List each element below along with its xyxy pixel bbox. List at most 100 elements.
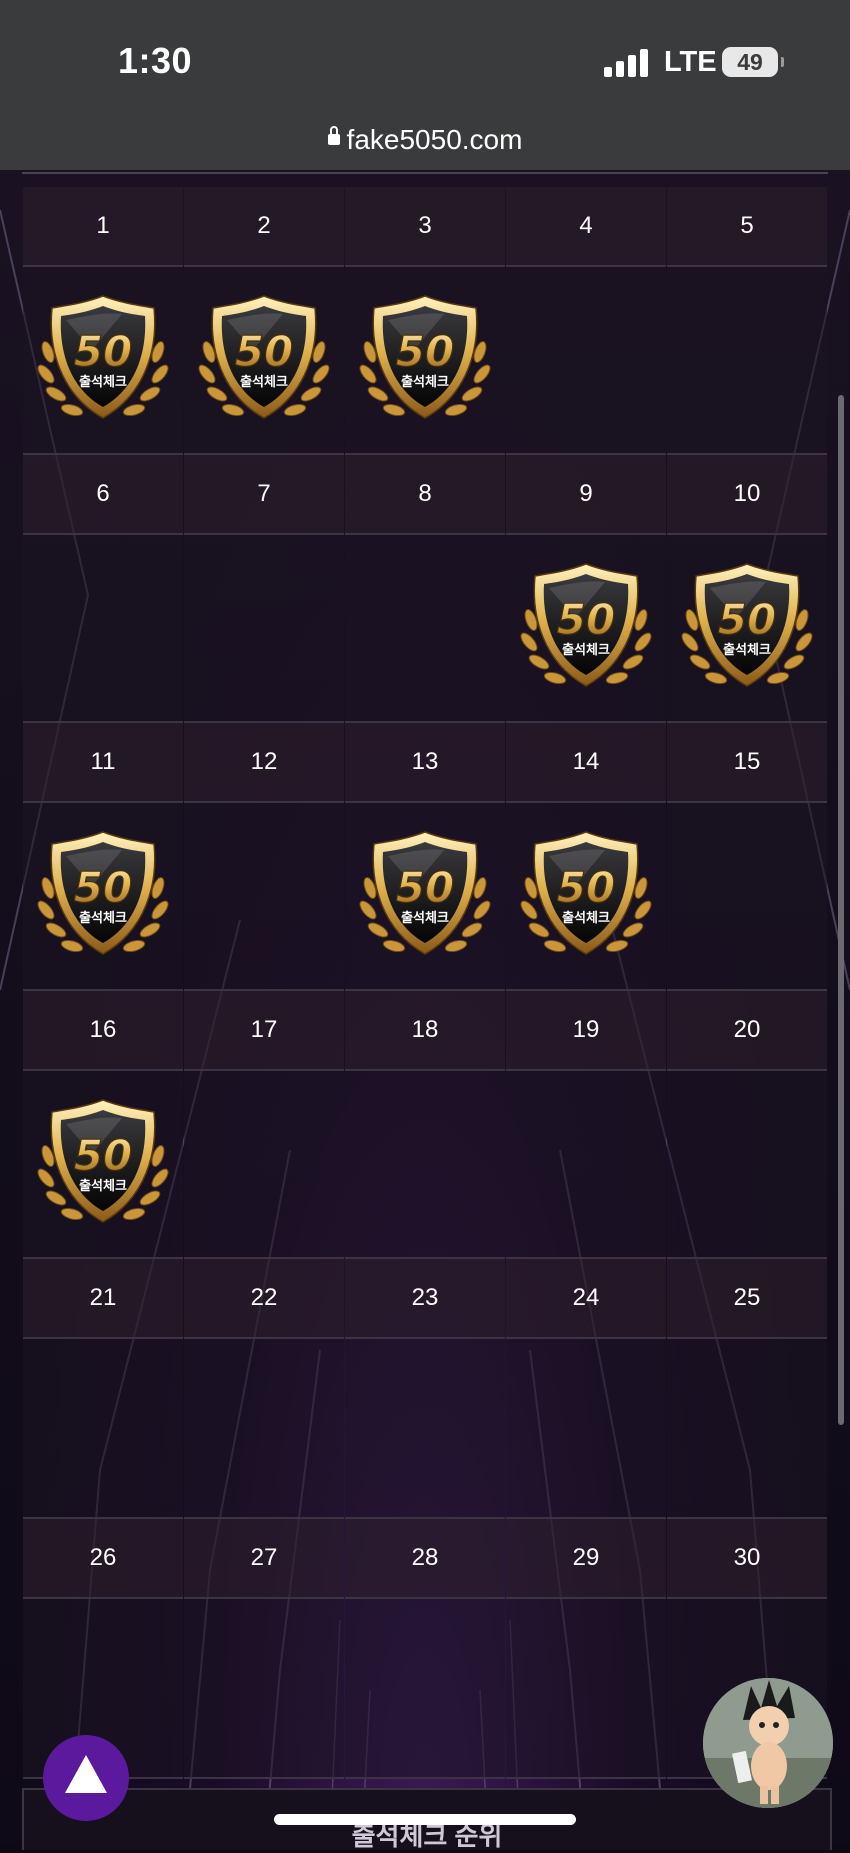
- badge-number: 50: [235, 327, 293, 376]
- day-number: 15: [667, 723, 827, 803]
- day-number: 21: [23, 1259, 183, 1339]
- attendance-badge-icon: 50 출석체크: [37, 295, 169, 419]
- day-number: 9: [506, 455, 666, 535]
- day-number: 29: [506, 1519, 666, 1599]
- calendar-day-cell[interactable]: 9 50 출석체크: [506, 455, 666, 723]
- calendar-day-cell[interactable]: 10 50 출석체크: [667, 455, 827, 723]
- calendar-day-cell[interactable]: 28: [345, 1519, 505, 1779]
- day-stamp-area: [506, 1071, 666, 1257]
- badge-label: 출석체크: [79, 374, 127, 390]
- lock-icon: [327, 126, 340, 146]
- scrollbar[interactable]: [838, 395, 844, 1425]
- day-number: 25: [667, 1259, 827, 1339]
- calendar-day-cell[interactable]: 1 50 출석체크: [23, 187, 183, 455]
- calendar-day-cell[interactable]: 24: [506, 1259, 666, 1519]
- day-number: 30: [667, 1519, 827, 1599]
- calendar-day-cell[interactable]: 14 50 출석체크: [506, 723, 666, 991]
- day-stamp-area: [667, 1071, 827, 1257]
- calendar-day-cell[interactable]: 5: [667, 187, 827, 455]
- calendar-week-row: 21 22 23 24 25: [23, 1259, 827, 1519]
- calendar-day-cell[interactable]: 2 50 출석체크: [184, 187, 344, 455]
- day-number: 3: [345, 187, 505, 267]
- calendar-day-cell[interactable]: 15: [667, 723, 827, 991]
- day-stamp-area: 50 출석체크: [23, 1071, 183, 1257]
- url-text: fake5050.com: [346, 124, 523, 155]
- day-number: 2: [184, 187, 344, 267]
- day-number: 20: [667, 991, 827, 1071]
- status-time: 1:30: [118, 40, 193, 81]
- scroll-top-button[interactable]: [43, 1735, 129, 1821]
- badge-label: 출석체크: [401, 910, 449, 926]
- badge-number: 50: [557, 863, 615, 912]
- calendar-day-cell[interactable]: 12: [184, 723, 344, 991]
- character-avatar-icon[interactable]: [703, 1678, 833, 1808]
- calendar-day-cell[interactable]: 21: [23, 1259, 183, 1519]
- day-number: 23: [345, 1259, 505, 1339]
- day-number: 7: [184, 455, 344, 535]
- attendance-badge-icon: 50 출석체크: [681, 563, 813, 687]
- day-stamp-area: [345, 1071, 505, 1257]
- calendar-day-cell[interactable]: 23: [345, 1259, 505, 1519]
- day-stamp-area: 50 출석체크: [345, 803, 505, 989]
- calendar-day-cell[interactable]: 6: [23, 455, 183, 723]
- day-stamp-area: 50 출석체크: [506, 535, 666, 721]
- badge-label: 출석체크: [562, 910, 610, 926]
- day-stamp-area: [184, 535, 344, 721]
- day-number: 11: [23, 723, 183, 803]
- calendar-day-cell[interactable]: 17: [184, 991, 344, 1259]
- attendance-badge-icon: 50 출석체크: [520, 831, 652, 955]
- day-stamp-area: [184, 1339, 344, 1517]
- calendar-day-cell[interactable]: 11 50 출석체크: [23, 723, 183, 991]
- day-stamp-area: [184, 1071, 344, 1257]
- calendar-day-cell[interactable]: 7: [184, 455, 344, 723]
- calendar-day-cell[interactable]: 3 50 출석체크: [345, 187, 505, 455]
- day-stamp-area: [667, 803, 827, 989]
- calendar-day-cell[interactable]: 8: [345, 455, 505, 723]
- attendance-badge-icon: 50 출석체크: [520, 563, 652, 687]
- calendar-day-cell[interactable]: 27: [184, 1519, 344, 1779]
- calendar-day-cell[interactable]: 13 50 출석체크: [345, 723, 505, 991]
- day-number: 28: [345, 1519, 505, 1599]
- day-stamp-area: 50 출석체크: [506, 803, 666, 989]
- day-stamp-area: [184, 803, 344, 989]
- day-number: 13: [345, 723, 505, 803]
- calendar-day-cell[interactable]: 18: [345, 991, 505, 1259]
- day-stamp-area: 50 출석체크: [23, 803, 183, 989]
- calendar-day-cell[interactable]: 16 50 출석체크: [23, 991, 183, 1259]
- day-number: 5: [667, 187, 827, 267]
- day-number: 19: [506, 991, 666, 1071]
- calendar-week-row: 11 50 출석체크 12 13 50 출석체크 14 50 출석체크 15: [23, 723, 827, 991]
- badge-number: 50: [74, 327, 132, 376]
- attendance-badge-icon: 50 출석체크: [359, 295, 491, 419]
- attendance-badge-icon: 50 출석체크: [37, 1099, 169, 1223]
- calendar-day-cell[interactable]: 25: [667, 1259, 827, 1519]
- day-number: 18: [345, 991, 505, 1071]
- day-stamp-area: [345, 535, 505, 721]
- attendance-badge-icon: 50 출석체크: [37, 831, 169, 955]
- calendar-week-row: 1 50 출석체크 2 50 출석체크 3 50 출석체크 4 5: [23, 187, 827, 455]
- day-number: 8: [345, 455, 505, 535]
- attendance-badge-icon: 50 출석체크: [198, 295, 330, 419]
- attendance-badge-icon: 50 출석체크: [359, 831, 491, 955]
- browser-chrome: 1:30 LTE 49 fake5050.com: [0, 0, 850, 170]
- day-number: 6: [23, 455, 183, 535]
- day-number: 4: [506, 187, 666, 267]
- badge-label: 출석체크: [562, 642, 610, 658]
- home-indicator: [274, 1814, 576, 1825]
- calendar-day-cell[interactable]: 29: [506, 1519, 666, 1779]
- network-type: LTE: [664, 46, 717, 78]
- badge-number: 50: [396, 863, 454, 912]
- day-number: 27: [184, 1519, 344, 1599]
- day-number: 1: [23, 187, 183, 267]
- badge-number: 50: [74, 1131, 132, 1180]
- day-number: 17: [184, 991, 344, 1071]
- calendar-day-cell[interactable]: 22: [184, 1259, 344, 1519]
- attendance-calendar: 1 50 출석체크 2 50 출석체크 3 50 출석체크 4 5 6 7 8 …: [23, 187, 827, 1779]
- url-bar[interactable]: fake5050.com: [0, 124, 850, 156]
- day-number: 14: [506, 723, 666, 803]
- day-number: 24: [506, 1259, 666, 1339]
- calendar-day-cell[interactable]: 19: [506, 991, 666, 1259]
- day-number: 10: [667, 455, 827, 535]
- calendar-day-cell[interactable]: 20: [667, 991, 827, 1259]
- calendar-day-cell[interactable]: 4: [506, 187, 666, 455]
